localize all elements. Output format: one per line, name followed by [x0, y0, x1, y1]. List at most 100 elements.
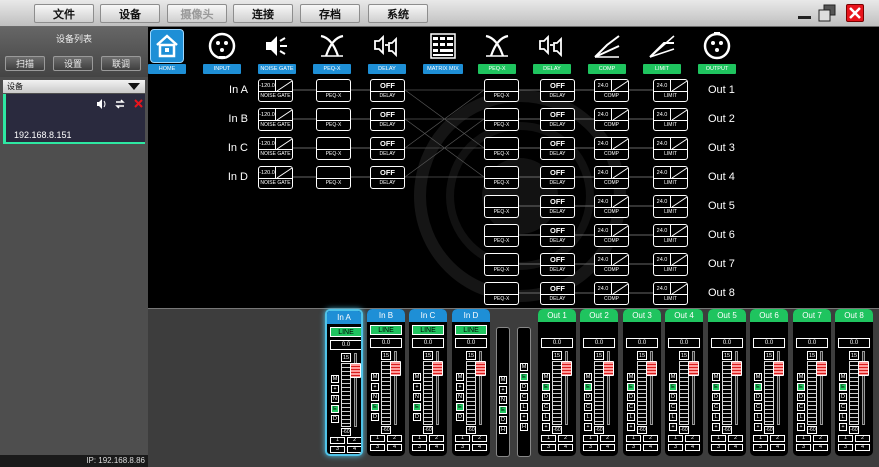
settings-button[interactable]: 设置 — [53, 56, 93, 71]
fader-knob[interactable] — [816, 361, 827, 376]
strip-button-D[interactable]: D — [331, 415, 339, 423]
gain-input[interactable]: 0.0 — [753, 338, 785, 348]
strip-button-E[interactable]: E — [669, 383, 677, 391]
page-button-3[interactable]: 3 — [668, 444, 683, 451]
page-button-4[interactable]: 4 — [387, 444, 402, 451]
menu-file[interactable]: 文件 — [34, 4, 94, 23]
menu-archive[interactable]: 存档 — [300, 4, 360, 23]
strip-button-L[interactable]: L — [754, 413, 762, 421]
limiter-block[interactable]: 24.0 LIMIT — [653, 282, 688, 305]
page-button-3[interactable]: 3 — [330, 446, 345, 453]
fader-knob[interactable] — [646, 361, 657, 376]
page-button-2[interactable]: 2 — [855, 435, 870, 442]
fader-knob[interactable] — [350, 363, 361, 378]
channel-name[interactable]: Out 3 — [623, 309, 661, 322]
strip-button-C[interactable]: C — [839, 403, 847, 411]
strip-button-D[interactable]: D — [584, 393, 592, 401]
strip-button-D[interactable]: D — [413, 413, 421, 421]
page-button-4[interactable]: 4 — [472, 444, 487, 451]
strip-button-+[interactable]: + — [712, 423, 720, 431]
compressor-block[interactable]: 24.0 COMP — [594, 166, 629, 189]
strip-button-D[interactable]: D — [542, 393, 550, 401]
page-button-1[interactable]: 1 — [412, 435, 427, 442]
channel-strip-out-8[interactable]: Out 8 0.0 15 -60 M E D C L +1 2 3 4 — [835, 309, 873, 456]
page-button-2[interactable]: 2 — [728, 435, 743, 442]
gain-input[interactable]: 0.0 — [626, 338, 658, 348]
strip-button-+[interactable]: + — [331, 385, 339, 393]
toolbar-noise-gate-2[interactable]: NOISE GATE — [258, 29, 296, 74]
close-icon[interactable] — [846, 4, 864, 22]
strip-button-C[interactable]: C — [797, 403, 805, 411]
channel-strip-out-3[interactable]: Out 3 0.0 15 -60 M E D C L +1 2 3 4 — [623, 309, 661, 456]
input-peq-block[interactable]: PEQ-X — [316, 79, 351, 102]
page-button-2[interactable]: 2 — [770, 435, 785, 442]
strip-button-D[interactable]: D — [754, 393, 762, 401]
toolbar-comp-8[interactable]: COMP — [588, 29, 626, 74]
page-button-1[interactable]: 1 — [796, 435, 811, 442]
strip-button-L[interactable]: L — [797, 413, 805, 421]
strip-button-D[interactable]: D — [371, 413, 379, 421]
strip-button-E[interactable]: E — [456, 403, 464, 411]
limiter-block[interactable]: 24.0 LIMIT — [653, 79, 688, 102]
compressor-block[interactable]: 24.0 COMP — [594, 137, 629, 160]
link-icon[interactable] — [114, 99, 126, 109]
strip-button-L[interactable]: L — [839, 413, 847, 421]
page-button-4[interactable]: 4 — [643, 444, 658, 451]
strip-button-C[interactable]: C — [520, 393, 528, 401]
page-button-1[interactable]: 1 — [583, 435, 598, 442]
noise-gate-block[interactable]: -120.0 NOISE GATE — [258, 108, 293, 131]
channel-strip-in-d[interactable]: In D LINE 0.0 15 -60 M + N E D 1 2 3 4 — [452, 309, 490, 456]
output-delay-block[interactable]: OFF DELAY — [540, 282, 575, 305]
fader-knob[interactable] — [688, 361, 699, 376]
page-button-2[interactable]: 2 — [600, 435, 615, 442]
strip-button-H[interactable]: H — [520, 423, 528, 431]
page-button-1[interactable]: 1 — [455, 435, 470, 442]
gain-input[interactable]: 0.0 — [455, 338, 487, 348]
page-button-1[interactable]: 1 — [370, 435, 385, 442]
strip-button-D[interactable]: D — [520, 383, 528, 391]
input-delay-block[interactable]: OFF DELAY — [370, 137, 405, 160]
strip-button-N[interactable]: N — [371, 393, 379, 401]
channel-name[interactable]: Out 5 — [708, 309, 746, 322]
strip-button-M[interactable]: M — [797, 373, 805, 381]
strip-button-L[interactable]: L — [712, 413, 720, 421]
strip-button-M[interactable]: M — [584, 373, 592, 381]
page-button-4[interactable]: 4 — [813, 444, 828, 451]
fader-knob[interactable] — [773, 361, 784, 376]
link-tune-button[interactable]: 联调 — [101, 56, 141, 71]
gain-input[interactable]: 0.0 — [370, 338, 402, 348]
strip-button-M[interactable]: M — [499, 376, 507, 384]
output-delay-block[interactable]: OFF DELAY — [540, 166, 575, 189]
page-button-4[interactable]: 4 — [429, 444, 444, 451]
strip-button-M[interactable]: M — [627, 373, 635, 381]
strip-button-E[interactable]: E — [371, 403, 379, 411]
strip-button-M[interactable]: M — [331, 375, 339, 383]
strip-button-D[interactable]: D — [456, 413, 464, 421]
limiter-block[interactable]: 24.0 LIMIT — [653, 137, 688, 160]
strip-button-M[interactable]: M — [371, 373, 379, 381]
channel-strip-out-4[interactable]: Out 4 0.0 15 -60 M E D C L +1 2 3 4 — [665, 309, 703, 456]
strip-button-N[interactable]: N — [331, 395, 339, 403]
channel-name[interactable]: Out 8 — [835, 309, 873, 322]
page-button-2[interactable]: 2 — [472, 435, 487, 442]
menu-connect[interactable]: 连接 — [233, 4, 293, 23]
input-delay-block[interactable]: OFF DELAY — [370, 166, 405, 189]
page-button-3[interactable]: 3 — [370, 444, 385, 451]
compressor-block[interactable]: 24.0 COMP — [594, 282, 629, 305]
gain-input[interactable]: 0.0 — [330, 340, 361, 350]
output-peq-block[interactable]: PEQ-X — [484, 195, 519, 218]
strip-button-M[interactable]: M — [712, 373, 720, 381]
channel-name[interactable]: Out 2 — [580, 309, 618, 322]
page-button-3[interactable]: 3 — [626, 444, 641, 451]
fader-knob[interactable] — [390, 361, 401, 376]
gain-input[interactable]: 0.0 — [711, 338, 743, 348]
strip-button-+[interactable]: + — [520, 413, 528, 421]
page-button-3[interactable]: 3 — [838, 444, 853, 451]
toolbar-limit-9[interactable]: LIMIT — [643, 29, 681, 74]
channel-name[interactable]: In A — [327, 311, 361, 324]
fader-knob[interactable] — [731, 361, 742, 376]
output-peq-block[interactable]: PEQ-X — [484, 108, 519, 131]
page-button-3[interactable]: 3 — [753, 444, 768, 451]
strip-button-+[interactable]: + — [797, 423, 805, 431]
collapse-triangle-icon[interactable] — [128, 83, 140, 90]
